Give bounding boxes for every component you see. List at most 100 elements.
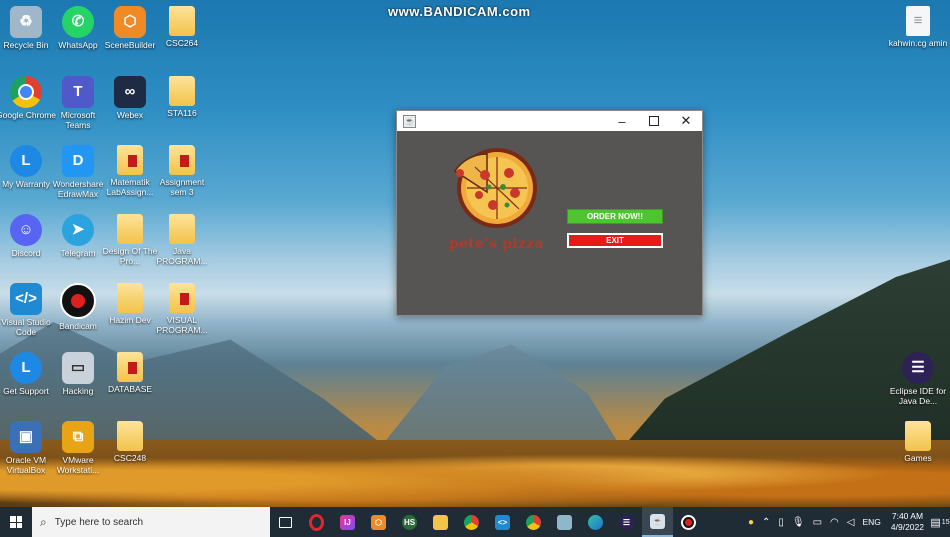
desktop-icon-webex[interactable]: ∞ Webex [100, 76, 160, 120]
notification-center-button[interactable]: ▤ 15 [930, 507, 950, 537]
desktop-icon-assignment-folder[interactable]: Assignment sem 3 [152, 145, 212, 197]
meet-now-icon[interactable]: ▯ [778, 517, 784, 528]
task-view-icon [279, 516, 292, 528]
taskbar-file-explorer[interactable] [425, 507, 456, 537]
close-button[interactable]: ✕ [670, 111, 702, 131]
desktop-icon-telegram[interactable]: ➤ Telegram [48, 214, 108, 258]
telegram-icon: ➤ [62, 214, 94, 246]
bandicam-watermark: www.BANDICAM.com [388, 4, 531, 19]
pizza-logo-icon [453, 148, 537, 228]
window-titlebar[interactable]: ☕ – ✕ [397, 111, 702, 131]
desktop-icon-csc264-folder[interactable]: CSC264 [152, 6, 212, 48]
intellij-icon: IJ [340, 514, 355, 530]
battery-icon[interactable]: ▭ [813, 517, 822, 528]
hs-icon: HS [402, 514, 417, 530]
vmware-icon: ⧉ [62, 421, 94, 453]
whatsapp-icon: ✆ [62, 6, 94, 38]
opera-icon [309, 513, 324, 531]
chrome-icon [10, 76, 42, 108]
taskbar-chrome[interactable] [456, 507, 487, 537]
edge-icon [588, 514, 603, 530]
volume-icon[interactable]: ◁ [847, 517, 855, 528]
desktop-icon-wondershare-edrawmax[interactable]: D Wondershare EdrawMax [48, 145, 108, 199]
desktop-icon-eclipse-ide[interactable]: ☰ Eclipse IDE for Java De... [888, 352, 948, 406]
notification-icon: ▤ [930, 516, 941, 529]
maximize-icon [649, 116, 659, 126]
folder-icon [117, 421, 143, 451]
scenebuilder-icon: ⬡ [371, 514, 386, 530]
desktop-icon-matematik-folder[interactable]: Matematik LabAssign... [100, 145, 160, 197]
taskbar-hs-app[interactable]: HS [394, 507, 425, 537]
hacking-icon: ▭ [62, 352, 94, 384]
taskbar-java-app[interactable]: ☕ [642, 507, 673, 537]
exit-button[interactable]: EXIT [567, 233, 663, 248]
brand-name: pete's pizza [449, 236, 544, 252]
folder-icon [169, 76, 195, 106]
folder-icon [169, 6, 195, 36]
desktop-icon-scenebuilder[interactable]: ⬡ SceneBuilder [100, 6, 160, 50]
desktop-icon-design-folder[interactable]: Design Of The Pro... [100, 214, 160, 266]
teams-icon: T [62, 76, 94, 108]
folder-icon [117, 214, 143, 244]
taskbar-vscode[interactable]: <> [487, 507, 518, 537]
notepad-icon [557, 514, 572, 530]
support-icon: L [10, 352, 42, 384]
order-now-button[interactable]: ORDER NOW!! [567, 209, 663, 224]
scenebuilder-icon: ⬡ [114, 6, 146, 38]
taskbar-edge[interactable] [580, 507, 611, 537]
desktop-icon-sta116-folder[interactable]: STA116 [152, 76, 212, 118]
virtualbox-icon: ▣ [10, 421, 42, 453]
chrome-alt-icon [526, 514, 541, 530]
desktop-icon-database-folder[interactable]: DATABASE [100, 352, 160, 394]
weather-icon[interactable]: ● [748, 517, 754, 528]
folder-icon [117, 283, 143, 313]
microphone-icon[interactable]: 🎙︎ [792, 517, 805, 528]
desktop-icon-bandicam[interactable]: Bandicam [48, 283, 108, 331]
taskbar-eclipse[interactable]: ☰ [611, 507, 642, 537]
taskbar-opera[interactable] [301, 507, 332, 537]
pizza-app-window: ☕ – ✕ pete's pizza ORDER NOW!! EXIT [396, 110, 703, 316]
clock-time: 7:40 AM [891, 511, 924, 521]
taskbar-notepad[interactable] [549, 507, 580, 537]
taskbar-scenebuilder[interactable]: ⬡ [363, 507, 394, 537]
desktop-icon-hazim-dev-folder[interactable]: Hazim Dev [100, 283, 160, 325]
language-indicator[interactable]: ENG [862, 517, 880, 527]
desktop-icon-kahwin-document[interactable]: ≡ kahwin.cg amin [888, 6, 948, 48]
taskbar-chrome-profile[interactable] [518, 507, 549, 537]
eclipse-icon: ☰ [619, 514, 634, 530]
minimize-button[interactable]: – [606, 111, 638, 131]
desktop-icon-whatsapp[interactable]: ✆ WhatsApp [48, 6, 108, 50]
wifi-icon[interactable]: ◠ [830, 517, 839, 528]
folder-icon [169, 283, 195, 313]
desktop-icon-java-program-folder[interactable]: Java PROGRAM... [152, 214, 212, 266]
taskbar-search-box[interactable]: ⌕ Type here to search [32, 507, 270, 537]
desktop-icon-games-folder[interactable]: Games [888, 421, 948, 463]
recycle-bin-icon: ♻ [10, 6, 42, 38]
document-icon: ≡ [906, 6, 930, 36]
folder-icon [117, 145, 143, 175]
desktop-icon-visual-program-folder[interactable]: VISUAL PROGRAM... [152, 283, 212, 335]
task-view-button[interactable] [270, 507, 301, 537]
folder-icon [169, 214, 195, 244]
windows-logo-icon [10, 516, 22, 528]
desktop: www.BANDICAM.com ♻ Recycle Bin Google Ch… [0, 0, 950, 507]
vscode-icon: </> [10, 283, 42, 315]
clock[interactable]: 7:40 AM 4/9/2022 [891, 511, 924, 533]
taskbar-intellij[interactable]: IJ [332, 507, 363, 537]
java-app-icon: ☕ [650, 513, 665, 529]
desktop-icon-hacking[interactable]: ▭ Hacking [48, 352, 108, 396]
show-hidden-icons-icon[interactable]: ⌃ [762, 517, 770, 528]
discord-icon: ☺ [10, 214, 42, 246]
notification-count: 15 [941, 518, 950, 526]
desktop-icon-vmware-workstation[interactable]: ⧉ VMware Workstati... [48, 421, 108, 475]
desktop-icon-microsoft-teams[interactable]: T Microsoft Teams [48, 76, 108, 130]
desktop-icon-csc248-folder[interactable]: CSC248 [100, 421, 160, 463]
webex-icon: ∞ [114, 76, 146, 108]
folder-icon [905, 421, 931, 451]
taskbar-bandicam[interactable] [673, 507, 704, 537]
eclipse-icon: ☰ [902, 352, 934, 384]
chrome-icon [464, 514, 479, 530]
maximize-button[interactable] [638, 111, 670, 131]
bandicam-icon [60, 283, 96, 319]
start-button[interactable] [0, 507, 32, 537]
